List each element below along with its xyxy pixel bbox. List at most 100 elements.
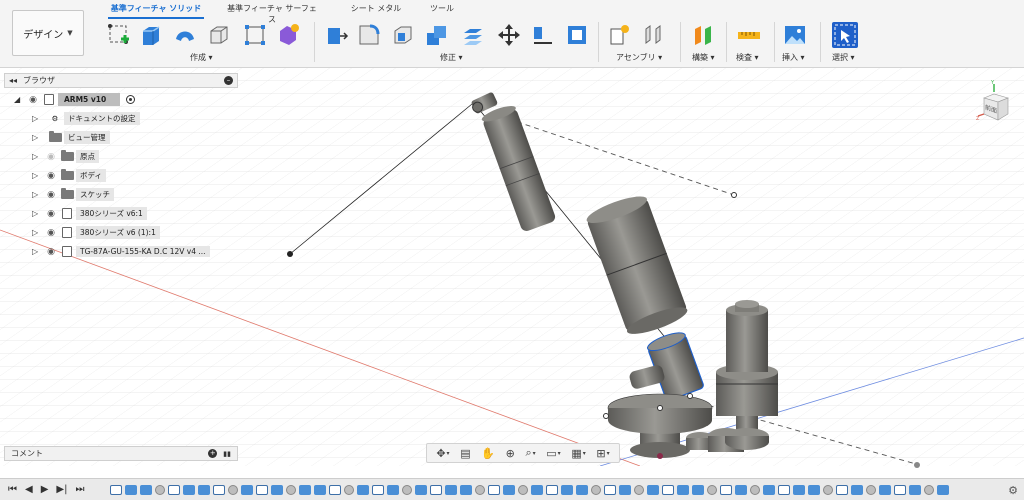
timeline-feature-icon[interactable] [778, 484, 790, 495]
minimize-icon[interactable]: – [224, 76, 233, 85]
timeline-feature-icon[interactable] [576, 484, 588, 495]
workspace-switcher[interactable]: デザイン ▼ [12, 10, 84, 56]
offset-face-icon[interactable] [460, 22, 486, 48]
tab-surface[interactable]: 基準フィーチャ サーフェス [224, 3, 320, 24]
expand-triangle-icon[interactable]: ▷ [32, 152, 44, 161]
measure-icon[interactable] [736, 22, 762, 48]
fit-icon[interactable]: ⌕ ▾ [525, 446, 535, 460]
timeline-feature-icon[interactable] [430, 484, 442, 495]
visibility-eye-icon[interactable]: ◉ [44, 209, 58, 219]
timeline-feature-icon[interactable] [647, 484, 659, 495]
timeline-feature-icon[interactable] [518, 484, 528, 495]
modify-group-label[interactable]: 修正 ▾ [440, 52, 463, 63]
timeline-feature-icon[interactable] [286, 484, 296, 495]
timeline-feature-icon[interactable] [879, 484, 891, 495]
expand-triangle-icon[interactable]: ▷ [32, 114, 44, 123]
timeline-feature-icon[interactable] [937, 484, 949, 495]
grid-icon[interactable]: ▦ ▾ [571, 447, 585, 460]
revolve-icon[interactable] [172, 22, 198, 48]
tree-row-component[interactable]: ▷ ◉ 380シリーズ v6:1 [4, 204, 238, 223]
view-cube[interactable]: Y Z 前面 [976, 80, 1016, 124]
visibility-eye-icon[interactable]: ◉ [44, 228, 58, 238]
pan-icon[interactable]: ✋ [481, 447, 495, 460]
expand-triangle-icon[interactable]: ▷ [32, 228, 44, 237]
expand-triangle-icon[interactable]: ▷ [32, 133, 44, 142]
timeline-feature-icon[interactable] [503, 484, 515, 495]
expand-triangle-icon[interactable]: ▷ [32, 190, 44, 199]
timeline-feature-icon[interactable] [241, 484, 253, 495]
timeline-feature-icon[interactable] [155, 484, 165, 495]
timeline-feature-icon[interactable] [445, 484, 457, 495]
tree-row-named-views[interactable]: ▷ ビュー管理 [4, 128, 238, 147]
tab-tools[interactable]: ツール [424, 3, 460, 17]
timeline-feature-icon[interactable] [924, 484, 934, 495]
expand-triangle-icon[interactable]: ▷ [32, 171, 44, 180]
offset-plane-icon[interactable] [690, 22, 716, 48]
previous-frame-icon[interactable]: ◀ [25, 484, 33, 495]
look-at-icon[interactable]: ▤ [460, 447, 470, 460]
timeline-feature-icon[interactable] [823, 484, 833, 495]
rectangle-pattern-icon[interactable] [242, 22, 268, 48]
insert-group-label[interactable]: 挿入 ▾ [782, 52, 805, 63]
timeline-feature-icon[interactable] [866, 484, 876, 495]
timeline-feature-icon[interactable] [140, 484, 152, 495]
tab-sheet-metal[interactable]: シート メタル [346, 3, 406, 17]
timeline-feature-icon[interactable] [720, 484, 732, 495]
visibility-eye-icon[interactable]: ◉ [26, 95, 40, 105]
tree-row-document-settings[interactable]: ▷ ⚙ ドキュメントの設定 [4, 109, 238, 128]
timeline-feature-icon[interactable] [531, 484, 543, 495]
timeline-feature-icon[interactable] [110, 484, 122, 495]
menu-icon[interactable]: ▮▮ [223, 450, 231, 458]
timeline-feature-icon[interactable] [125, 484, 137, 495]
create-sketch-icon[interactable] [106, 22, 132, 48]
timeline-feature-icon[interactable] [415, 484, 427, 495]
construct-group-label[interactable]: 構築 ▾ [692, 52, 715, 63]
press-pull-icon[interactable] [324, 22, 350, 48]
insert-image-icon[interactable] [782, 22, 808, 48]
orbit-icon[interactable]: ✥ ▾ [436, 447, 449, 460]
timeline-feature-icon[interactable] [372, 484, 384, 495]
timeline-feature-icon[interactable] [604, 484, 616, 495]
assemble-group-label[interactable]: アセンブリ ▾ [616, 52, 662, 63]
expand-triangle-icon[interactable]: ▷ [32, 209, 44, 218]
timeline-feature-icon[interactable] [851, 484, 863, 495]
timeline-feature-icon[interactable] [793, 484, 805, 495]
tree-row-root[interactable]: ◢ ◉ ARM5 v10 [4, 90, 238, 109]
form-icon[interactable] [276, 22, 302, 48]
select-group-label[interactable]: 選択 ▾ [832, 52, 855, 63]
expand-triangle-icon[interactable]: ◢ [14, 95, 26, 104]
create-group-label[interactable]: 作成 ▾ [190, 52, 213, 63]
timeline-feature-icon[interactable] [662, 484, 674, 495]
timeline-feature-icon[interactable] [894, 484, 906, 495]
timeline-feature-icon[interactable] [168, 484, 180, 495]
timeline-feature-icon[interactable] [750, 484, 760, 495]
timeline-feature-icon[interactable] [329, 484, 341, 495]
browser-header[interactable]: ◂◂ ブラウザ – [4, 73, 238, 88]
align-icon[interactable] [530, 22, 556, 48]
timeline-feature-icon[interactable] [344, 484, 354, 495]
last-frame-icon[interactable]: ⏭ [75, 484, 84, 495]
timeline-feature-icon[interactable] [357, 484, 369, 495]
next-frame-icon[interactable]: ▶| [56, 484, 67, 495]
comments-panel[interactable]: コメント + ▮▮ [4, 446, 238, 461]
visibility-eye-icon[interactable]: ◉ [44, 190, 58, 200]
timeline-feature-icon[interactable] [488, 484, 500, 495]
select-tool-icon[interactable] [832, 22, 858, 48]
timeline-feature-icon[interactable] [198, 484, 210, 495]
timeline-feature-icon[interactable] [228, 484, 238, 495]
timeline-feature-icon[interactable] [677, 484, 689, 495]
zoom-icon[interactable]: ⊕ [506, 447, 515, 460]
timeline-feature-icon[interactable] [707, 484, 717, 495]
tree-row-origin[interactable]: ▷ ◉ 原点 [4, 147, 238, 166]
timeline-feature-icon[interactable] [836, 484, 848, 495]
timeline-feature-icon[interactable] [475, 484, 485, 495]
first-frame-icon[interactable]: ⏮ [8, 484, 17, 495]
visibility-eye-icon[interactable]: ◉ [44, 152, 58, 162]
timeline-feature-icon[interactable] [271, 484, 283, 495]
tab-solid[interactable]: 基準フィーチャ ソリッド [108, 3, 204, 19]
timeline-feature-icon[interactable] [546, 484, 558, 495]
timeline-features[interactable] [110, 484, 949, 495]
add-comment-icon[interactable]: + [208, 449, 218, 458]
fillet-icon[interactable] [356, 22, 382, 48]
timeline-feature-icon[interactable] [183, 484, 195, 495]
